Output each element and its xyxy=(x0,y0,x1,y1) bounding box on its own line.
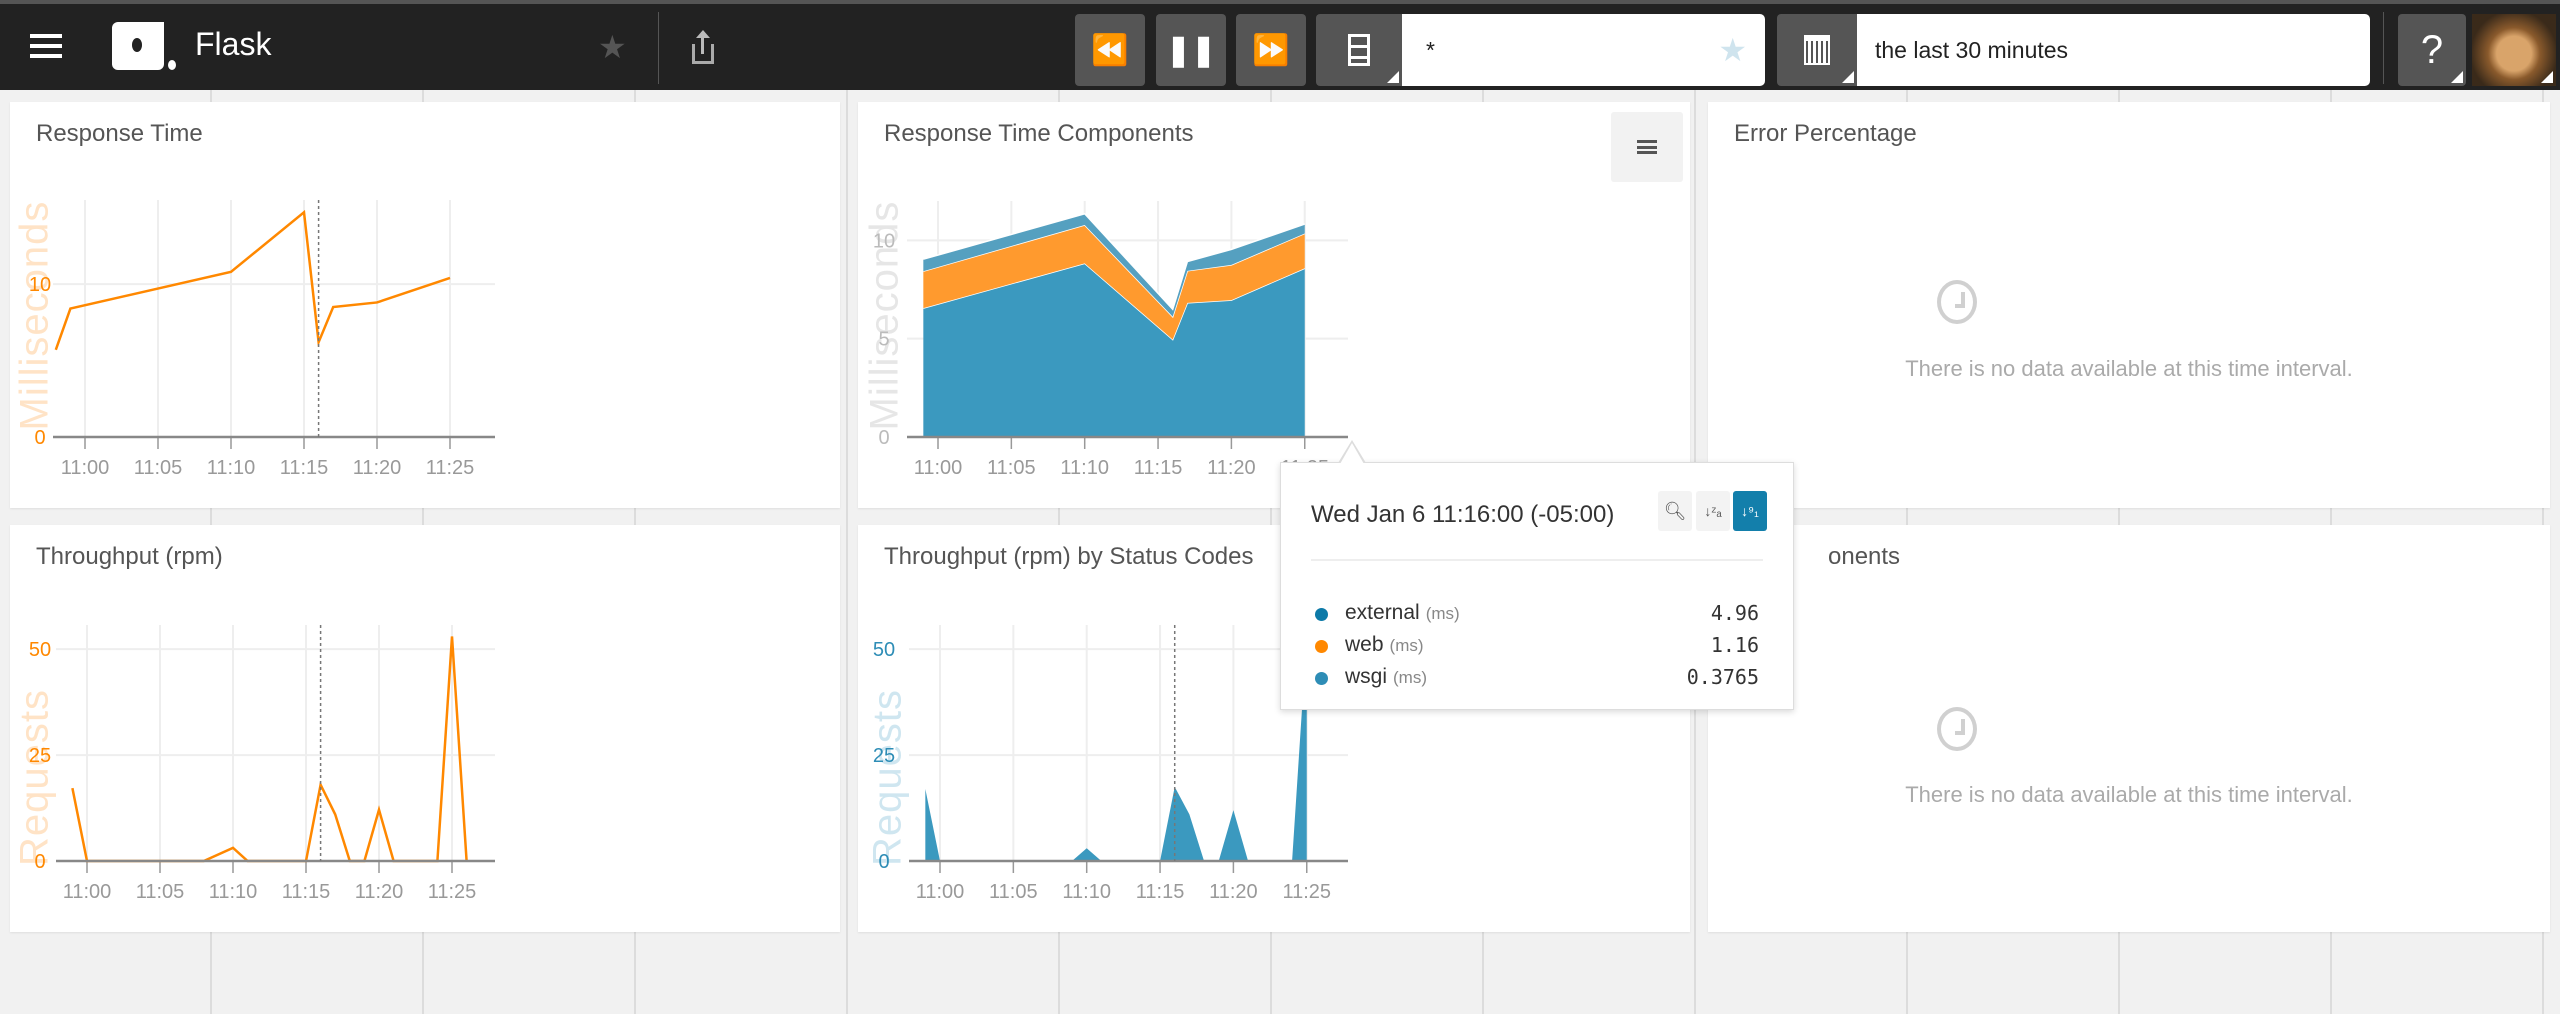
divider xyxy=(658,12,659,84)
menu-icon xyxy=(1637,140,1657,154)
user-avatar[interactable] xyxy=(2472,14,2556,86)
series-value: 1.16 xyxy=(1710,633,1759,657)
time-range-input[interactable]: the last 30 minutes xyxy=(1857,14,2370,86)
panel-title: Response Time Components xyxy=(884,120,1194,147)
panel-title: onents xyxy=(1828,543,1901,570)
divider xyxy=(2383,12,2384,84)
sort-alpha-button[interactable]: ↓ᶻₐ xyxy=(1696,491,1730,531)
pause-icon: ❚❚ xyxy=(1165,33,1217,67)
sort-numeric-button[interactable]: ↓⁹₁ xyxy=(1733,491,1767,531)
rewind-button[interactable]: ⏪ xyxy=(1075,14,1145,86)
no-data-message: There is no data available at this time … xyxy=(1905,782,2353,807)
panel-error-percentage: Error Percentage There is no data availa… xyxy=(1708,102,2550,508)
filter-value: * xyxy=(1426,36,1435,63)
y-axis-title: Milliseconds xyxy=(12,200,57,431)
panel-components: onents There is no data available at thi… xyxy=(1708,525,2550,932)
clock-icon xyxy=(1937,280,1977,324)
view-selector-button[interactable] xyxy=(1316,14,1402,86)
fast-forward-icon: ⏩ xyxy=(1252,33,1290,67)
y-axis-title: Requests xyxy=(865,689,910,866)
series-unit: (ms) xyxy=(1393,668,1427,687)
series-name: wsgi xyxy=(1345,665,1388,688)
calendar-icon xyxy=(1804,35,1830,65)
panel-title: Throughput (rpm) xyxy=(36,543,223,570)
tooltip-row: external (ms) 4.96 xyxy=(1315,599,1759,629)
series-value: 0.3765 xyxy=(1686,665,1759,689)
series-dot xyxy=(1315,672,1328,685)
panel-title: Error Percentage xyxy=(1734,120,1917,147)
series-dot xyxy=(1315,608,1328,621)
help-icon: ? xyxy=(2420,27,2444,72)
filter-star-icon[interactable]: ★ xyxy=(1718,31,1747,69)
series-dot xyxy=(1315,640,1328,653)
series-name: web xyxy=(1345,633,1384,656)
panel-response-time: Response Time xyxy=(10,102,840,508)
chart-tooltip: Wed Jan 6 11:16:00 (-05:00) 🔍︎ ↓ᶻₐ ↓⁹₁ e… xyxy=(1280,462,1794,710)
series-value: 4.96 xyxy=(1710,601,1759,625)
favorite-star-icon[interactable]: ★ xyxy=(598,28,627,66)
calendar-button[interactable] xyxy=(1777,14,1857,86)
panel-throughput: Throughput (rpm) xyxy=(10,525,840,932)
series-unit: (ms) xyxy=(1389,636,1424,655)
no-data-message: There is no data available at this time … xyxy=(1905,356,2353,381)
sort-alpha-desc-icon: ↓ᶻₐ xyxy=(1704,503,1722,519)
view-selector-icon xyxy=(1348,34,1370,66)
tooltip-divider xyxy=(1311,559,1763,561)
rewind-icon: ⏪ xyxy=(1091,33,1129,67)
time-range-value: the last 30 minutes xyxy=(1875,36,2069,63)
app-logo xyxy=(112,22,176,70)
clock-icon xyxy=(1937,707,1977,751)
share-icon[interactable] xyxy=(692,30,714,64)
series-unit: (ms) xyxy=(1425,604,1460,623)
fast-forward-button[interactable]: ⏩ xyxy=(1236,14,1306,86)
filter-input[interactable]: * ★ xyxy=(1402,14,1765,86)
tooltip-timestamp: Wed Jan 6 11:16:00 (-05:00) xyxy=(1311,501,1615,528)
hamburger-menu-icon[interactable] xyxy=(30,34,62,58)
app-name: Flask xyxy=(195,26,272,62)
y-axis-title: Milliseconds xyxy=(862,200,907,431)
y-axis-title: Requests xyxy=(12,689,57,866)
help-button[interactable]: ? xyxy=(2398,14,2466,86)
search-icon: 🔍︎ xyxy=(1663,500,1687,521)
tooltip-search-button[interactable]: 🔍︎ xyxy=(1658,491,1692,531)
tooltip-row: wsgi (ms) 0.3765 xyxy=(1315,663,1759,693)
panel-title: Response Time xyxy=(36,120,203,147)
panel-title: Throughput (rpm) by Status Codes xyxy=(884,543,1254,570)
panel-menu-button[interactable] xyxy=(1611,112,1683,182)
series-name: external xyxy=(1345,601,1420,624)
top-navbar: Flask ★ ⏪ ❚❚ ⏩ * ★ the last 30 minutes ? xyxy=(0,0,2560,90)
tooltip-caret-fill xyxy=(1340,443,1364,464)
tooltip-row: web (ms) 1.16 xyxy=(1315,631,1759,661)
sort-numeric-desc-icon: ↓⁹₁ xyxy=(1741,503,1759,519)
panel-response-time-components: Response Time Components xyxy=(858,102,1690,508)
pause-button[interactable]: ❚❚ xyxy=(1156,14,1226,86)
